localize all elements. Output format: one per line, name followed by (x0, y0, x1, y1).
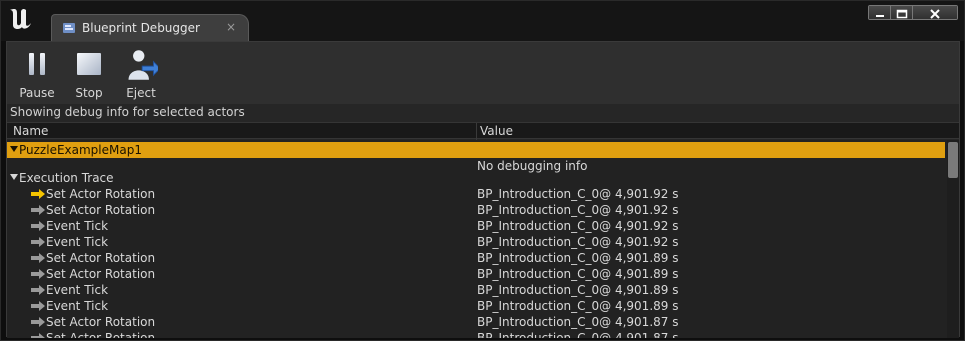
trace-row-value: BP_Introduction_C_0@ 4,901.89 s (477, 251, 679, 265)
blueprint-debugger-icon (63, 23, 75, 33)
tab-blueprint-debugger[interactable]: Blueprint Debugger × (51, 14, 249, 41)
toolbar: Pause Stop Eject (7, 42, 959, 104)
column-header-value[interactable]: Value (480, 124, 513, 138)
execution-arrow-icon (31, 237, 45, 247)
execution-arrow-icon (31, 189, 45, 199)
pause-icon (29, 53, 45, 75)
trace-row-name: Event Tick (46, 235, 109, 249)
tree-row-execution-trace[interactable]: Execution Trace (7, 170, 945, 186)
eject-icon (128, 50, 158, 80)
pause-button[interactable]: Pause (15, 50, 59, 102)
tree-row-map[interactable]: PuzzleExampleMap1 (7, 142, 945, 158)
trace-row[interactable]: Event Tick BP_Introduction_C_0@ 4,901.92 … (7, 234, 945, 250)
maximize-icon (896, 9, 907, 18)
expand-triangle-icon[interactable] (10, 174, 18, 180)
trace-row-name: Set Actor Rotation (46, 315, 156, 329)
trace-row-value: BP_Introduction_C_0@ 4,901.89 s (477, 267, 679, 281)
execution-arrow-icon (31, 205, 45, 215)
tree-header: Name Value (7, 122, 959, 140)
close-button[interactable] (913, 6, 957, 19)
trace-row-name: Set Actor Rotation (46, 267, 156, 281)
eject-label: Eject (126, 86, 156, 100)
trace-row-name: Set Actor Rotation (46, 203, 156, 217)
trace-row-value: BP_Introduction_C_0@ 4,901.87 s (477, 331, 679, 338)
trace-row-value: BP_Introduction_C_0@ 4,901.87 s (477, 315, 679, 329)
trace-row[interactable]: Set Actor Rotation BP_Introduction_C_0@ 4… (7, 186, 945, 202)
scrollbar-thumb[interactable] (948, 142, 958, 178)
tab-title: Blueprint Debugger (82, 21, 200, 35)
trace-row-value: BP_Introduction_C_0@ 4,901.92 s (477, 219, 679, 233)
stop-icon (77, 53, 101, 75)
stop-label: Stop (75, 86, 103, 100)
trace-row-value: BP_Introduction_C_0@ 4,901.92 s (477, 235, 679, 249)
trace-row-value: BP_Introduction_C_0@ 4,901.89 s (477, 283, 679, 297)
trace-row-name: Event Tick (46, 299, 109, 313)
title-bar: Blueprint Debugger × (1, 1, 964, 41)
trace-row[interactable]: Set Actor Rotation BP_Introduction_C_0@ 4… (7, 330, 945, 338)
execution-arrow-icon (31, 269, 45, 279)
stop-button[interactable]: Stop (67, 50, 111, 102)
trace-row[interactable]: Event Tick BP_Introduction_C_0@ 4,901.89 … (7, 298, 945, 314)
minimize-button[interactable] (869, 6, 891, 19)
pause-label: Pause (19, 86, 55, 100)
trace-row-name: Set Actor Rotation (46, 331, 156, 338)
unreal-engine-logo-icon (10, 8, 31, 30)
execution-arrow-icon (31, 333, 45, 338)
trace-row[interactable]: Set Actor Rotation BP_Introduction_C_0@ 4… (7, 250, 945, 266)
window-controls (868, 5, 958, 20)
trace-row-value: BP_Introduction_C_0@ 4,901.92 s (477, 187, 679, 201)
trace-row[interactable]: Set Actor Rotation BP_Introduction_C_0@ 4… (7, 202, 945, 218)
status-text: Showing debug info for selected actors (10, 105, 245, 119)
minimize-icon (875, 14, 884, 17)
column-header-name[interactable]: Name (13, 124, 48, 138)
execution-arrow-icon (31, 253, 45, 263)
map-name: PuzzleExampleMap1 (19, 143, 142, 157)
trace-row-name: Event Tick (46, 219, 109, 233)
execution-arrow-icon (31, 301, 45, 311)
eject-button[interactable]: Eject (119, 50, 163, 102)
trace-row-value: BP_Introduction_C_0@ 4,901.89 s (477, 299, 679, 313)
trace-row[interactable]: Set Actor Rotation BP_Introduction_C_0@ 4… (7, 266, 945, 282)
execution-arrow-icon (31, 317, 45, 327)
debug-tree: PuzzleExampleMap1 No debugging info Exec… (7, 140, 959, 338)
trace-row-value: BP_Introduction_C_0@ 4,901.92 s (477, 203, 679, 217)
tab-close-icon[interactable]: × (226, 20, 236, 34)
trace-row[interactable]: Event Tick BP_Introduction_C_0@ 4,901.89 … (7, 282, 945, 298)
vertical-scrollbar[interactable] (947, 140, 959, 338)
execution-arrow-icon (31, 285, 45, 295)
expand-triangle-icon[interactable] (10, 146, 18, 152)
trace-row-name: Event Tick (46, 283, 109, 297)
execution-trace-label: Execution Trace (19, 171, 114, 185)
execution-arrow-icon (31, 221, 45, 231)
close-icon (930, 8, 940, 19)
column-divider[interactable] (476, 123, 477, 140)
trace-row-name: Set Actor Rotation (46, 251, 156, 265)
trace-row-name: Set Actor Rotation (46, 187, 156, 201)
trace-row[interactable]: Set Actor Rotation BP_Introduction_C_0@ 4… (7, 314, 945, 330)
maximize-button[interactable] (891, 6, 913, 19)
debugger-panel: Pause Stop Eject Showing debug info for … (6, 41, 960, 338)
trace-row[interactable]: Event Tick BP_Introduction_C_0@ 4,901.92 … (7, 218, 945, 234)
blueprint-debugger-window: Blueprint Debugger × Pause Stop Eject Sh… (0, 0, 965, 341)
